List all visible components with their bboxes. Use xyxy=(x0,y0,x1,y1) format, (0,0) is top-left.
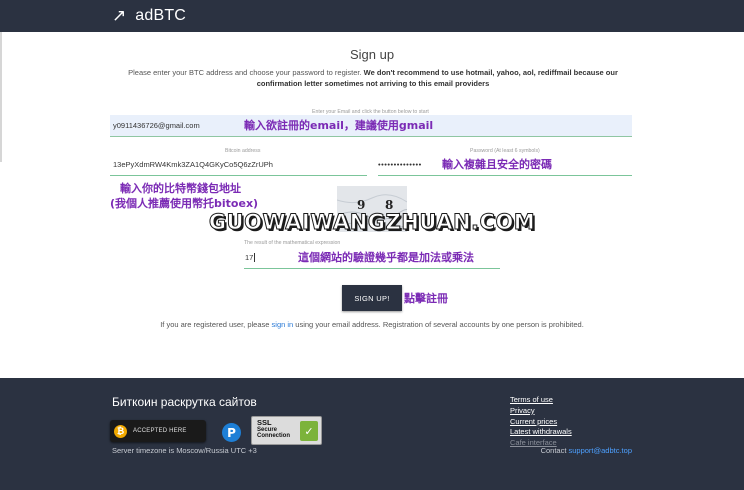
logo[interactable]: ↗ adBTC xyxy=(112,6,186,26)
footer-link-terms[interactable]: Terms of use xyxy=(510,395,572,406)
registered-after: using your email address. Registration o… xyxy=(293,320,584,329)
contact: Contact support@adbtc.top xyxy=(541,446,632,455)
watermark-text: GUOWAIWANGZHUAN.COM xyxy=(208,210,536,235)
captcha-hint: The result of the mathematical expressio… xyxy=(244,240,341,246)
text-caret xyxy=(254,253,256,262)
sign-up-button[interactable]: SIGN UP! xyxy=(342,285,402,311)
btc-note-line-1: 輸入你的比特幣錢包地址 xyxy=(120,182,241,195)
contact-label: Contact xyxy=(540,446,569,455)
registered-before: If you are registered user, please xyxy=(160,320,272,329)
captcha-note: 這個網站的驗證幾乎都是加法或乘法 xyxy=(298,251,474,264)
sign-in-link[interactable]: sign in xyxy=(272,320,294,329)
signup-note: 點擊註冊 xyxy=(404,292,448,305)
captcha-answer-value: 17 xyxy=(245,253,254,262)
email-note: 輸入欲註冊的email，建議使用gmail xyxy=(244,119,434,132)
top-navbar: ↗ adBTC xyxy=(0,0,744,32)
intro-normal: Please enter your BTC address and choose… xyxy=(128,68,364,77)
contact-email-link[interactable]: support@adbtc.top xyxy=(569,446,633,455)
arrow-up-right-icon: ↗ xyxy=(112,6,127,26)
email-value: y0911436726@gmail.com xyxy=(113,121,200,130)
password-value: •••••••••••••• xyxy=(378,160,422,169)
ssl-line-3: Connection xyxy=(257,433,290,439)
server-timezone: Server timezone is Moscow/Russia UTC +3 xyxy=(112,446,257,455)
password-note: 輸入複雜且安全的密碼 xyxy=(442,158,552,171)
bitcoin-address-field[interactable]: 13ePyXdmRW4Kmk3ZA1Q4GKyCo5Q6zZrUPh xyxy=(110,154,367,176)
page-title: Sign up xyxy=(349,47,395,62)
footer: Биткоин раскрутка сайтов ₿ ACCEPTED HERE… xyxy=(0,378,744,490)
ssl-secure-badge: SSL Secure Connection ✓ xyxy=(251,416,322,445)
lock-icon: ✓ xyxy=(300,421,318,441)
p-badge-icon: P xyxy=(222,423,241,442)
registered-notice: If you are registered user, please sign … xyxy=(0,320,744,329)
intro-text: Please enter your BTC address and choose… xyxy=(108,67,638,89)
footer-link-prices[interactable]: Current prices xyxy=(510,417,572,428)
watermark: GUOWAIWANGZHUAN.COM xyxy=(208,206,535,238)
bitcoin-value: 13ePyXdmRW4Kmk3ZA1Q4GKyCo5Q6zZrUPh xyxy=(113,160,273,169)
footer-link-withdrawals[interactable]: Latest withdrawals xyxy=(510,427,572,438)
btc-note-line-2: (我個人推薦使用幣托bitoex) xyxy=(110,197,259,210)
logo-text: adBTC xyxy=(135,7,187,24)
footer-links: Terms of use Privacy Current prices Late… xyxy=(510,395,572,449)
footer-title: Биткоин раскрутка сайтов xyxy=(112,395,257,409)
ssl-text: SSL Secure Connection xyxy=(257,419,290,440)
footer-link-privacy[interactable]: Privacy xyxy=(510,406,572,417)
bitcoin-icon: ₿ xyxy=(114,424,127,438)
bitcoin-accepted-badge: ₿ ACCEPTED HERE xyxy=(110,420,206,442)
badge-accept-text: ACCEPTED HERE xyxy=(133,428,187,434)
